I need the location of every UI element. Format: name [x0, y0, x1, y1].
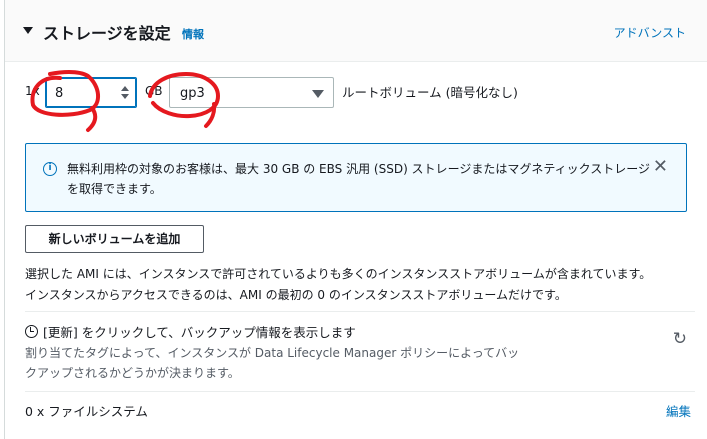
instance-store-description: 選択した AMI には、インスタンスで許可されているよりも多くのインスタンススト…	[25, 264, 695, 306]
volume-size-value: 8	[55, 86, 64, 101]
info-link[interactable]: 情報	[182, 26, 204, 42]
clock-icon	[25, 325, 38, 338]
backup-info-description: 割り当てたタグによって、インスタンスが Data Lifecycle Manag…	[25, 346, 520, 380]
free-tier-alert: i 無料利用枠の対象のお客様は、最大 30 GB の EBS 汎用 (SSD) …	[25, 143, 687, 212]
divider	[25, 391, 695, 392]
description-line-1: 選択した AMI には、インスタンスで許可されているよりも多くのインスタンススト…	[25, 267, 652, 281]
volume-size-input[interactable]: 8	[45, 77, 137, 108]
divider	[25, 311, 695, 312]
info-icon: i	[43, 162, 57, 176]
storage-panel: ストレージを設定 情報 アドバンスト 1x 8 GB gp3 ルートボリューム …	[4, 0, 707, 439]
backup-info-title: [更新] をクリックして、バックアップ情報を表示します	[43, 325, 356, 340]
panel-title: ストレージを設定	[43, 24, 171, 43]
volume-count-label: 1x	[25, 84, 40, 98]
size-unit-label: GB	[145, 84, 163, 98]
edit-link[interactable]: 編集	[666, 401, 691, 420]
volume-type-select[interactable]: gp3	[169, 77, 334, 108]
advanced-link[interactable]: アドバンスト	[614, 24, 686, 41]
filesystem-row: 0 x ファイルシステム 編集	[25, 401, 695, 421]
backup-info-row: [更新] をクリックして、バックアップ情報を表示します 割り当てたタグによって、…	[25, 321, 695, 381]
close-icon[interactable]: ✕	[653, 158, 668, 176]
root-volume-row: 1x 8 GB gp3 ルートボリューム (暗号化なし)	[5, 68, 707, 112]
alert-message: 無料利用枠の対象のお客様は、最大 30 GB の EBS 汎用 (SSD) スト…	[67, 162, 651, 196]
filesystem-label: 0 x ファイルシステム	[25, 404, 148, 419]
add-volume-button[interactable]: 新しいボリュームを追加	[25, 225, 204, 253]
size-stepper-icon[interactable]	[121, 85, 129, 101]
volume-type-value: gp3	[180, 86, 205, 101]
description-line-2: インスタンスからアクセスできるのは、AMI の最初の 0 のインスタンスストアボ…	[25, 288, 567, 302]
panel-header: ストレージを設定 情報 アドバンスト	[5, 0, 707, 62]
refresh-icon[interactable]: ↻	[673, 329, 687, 349]
root-volume-label: ルートボリューム (暗号化なし)	[342, 85, 518, 100]
chevron-down-icon	[312, 90, 324, 98]
collapse-caret-icon[interactable]	[23, 27, 33, 34]
